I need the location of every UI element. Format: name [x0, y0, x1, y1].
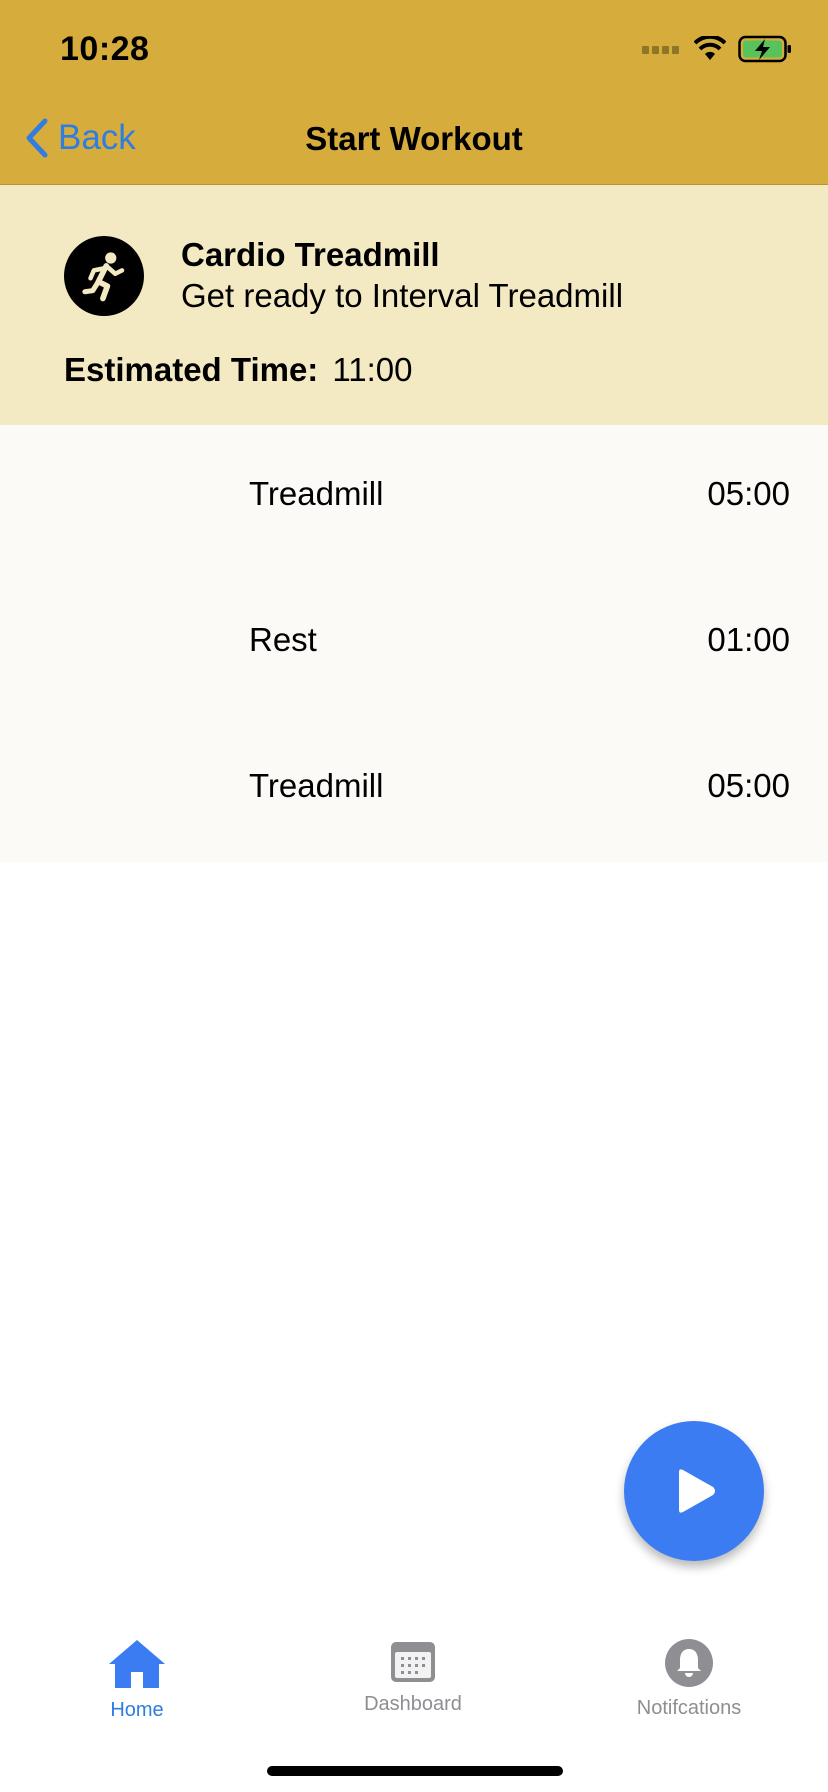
page-title: Start Workout: [305, 120, 523, 157]
runner-avatar: [64, 236, 144, 316]
tab-dashboard[interactable]: Dashboard: [313, 1638, 513, 1716]
step-duration: 01:00: [707, 621, 790, 658]
start-workout-button[interactable]: [624, 1421, 764, 1561]
workout-header: Cardio Treadmill Get ready to Interval T…: [0, 185, 828, 425]
status-icons: [642, 34, 792, 64]
tab-notifications[interactable]: Notifcations: [589, 1638, 789, 1720]
navigation-bar: Back Start Workout: [0, 94, 828, 185]
estimated-time-value: 11:00: [332, 351, 413, 388]
calendar-icon: [391, 1642, 435, 1682]
bell-icon: [665, 1639, 713, 1687]
status-bar: 10:28: [0, 0, 828, 94]
tab-label: Home: [110, 1699, 164, 1721]
home-icon: [109, 1640, 165, 1688]
workout-steps-list: Treadmill 05:00 Rest 01:00 Treadmill 05:…: [0, 425, 828, 862]
running-person-icon: [82, 252, 125, 302]
status-time: 10:28: [60, 30, 150, 68]
step-duration: 05:00: [707, 475, 790, 512]
tab-home[interactable]: Home: [37, 1638, 237, 1722]
estimated-time: Estimated Time: 11:00: [64, 351, 412, 389]
list-item[interactable]: Treadmill 05:00: [0, 717, 828, 863]
list-item[interactable]: Rest 01:00: [0, 571, 828, 717]
step-name: Rest: [249, 621, 317, 658]
play-icon: [679, 1469, 715, 1513]
list-item[interactable]: Treadmill 05:00: [0, 425, 828, 571]
tab-label: Dashboard: [364, 1693, 462, 1715]
wifi-icon: [694, 36, 726, 60]
workout-subtitle: Get ready to Interval Treadmill: [181, 277, 624, 314]
step-name: Treadmill: [249, 767, 384, 804]
step-name: Treadmill: [249, 475, 384, 512]
step-duration: 05:00: [707, 767, 790, 804]
cellular-signal-icon: [642, 46, 679, 54]
estimated-time-label: Estimated Time:: [64, 351, 319, 388]
workout-title: Cardio Treadmill: [181, 236, 440, 273]
battery-charging-icon: [738, 35, 791, 63]
home-indicator[interactable]: [267, 1766, 563, 1776]
tab-label: Notifcations: [636, 1697, 742, 1719]
